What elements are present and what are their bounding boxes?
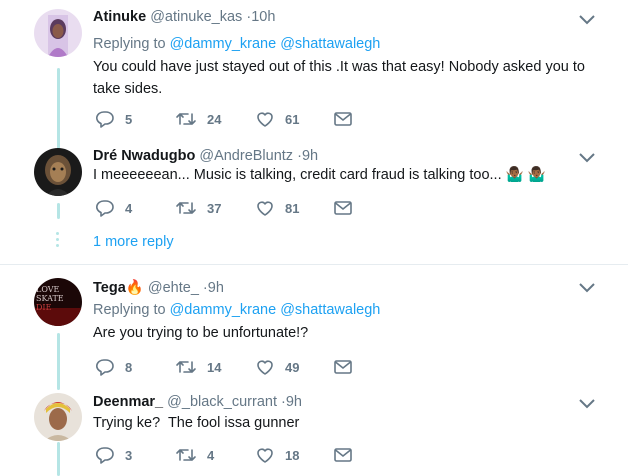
mention-link[interactable]: @shattawalegh	[280, 36, 380, 52]
reply-icon	[96, 359, 114, 376]
tweet-header: Dré Nwadugbo @AndreBluntz ·9h	[93, 148, 318, 164]
divider	[0, 264, 628, 265]
user-handle[interactable]: @atinuke_kas	[150, 9, 242, 25]
like-icon	[257, 201, 273, 216]
like-icon	[257, 448, 273, 463]
reply-button[interactable]: 8	[95, 357, 132, 377]
message-icon	[334, 360, 352, 374]
tweet-header: Tega🔥 @ehte_ ·9h	[93, 279, 224, 296]
mention-link[interactable]: @dammy_krane	[170, 36, 277, 52]
replying-to: Replying to @dammy_krane @shattawalegh	[93, 302, 380, 318]
mention-link[interactable]: @shattawalegh	[280, 302, 380, 318]
like-count: 49	[285, 359, 300, 375]
avatar[interactable]	[34, 148, 82, 196]
retweet-button[interactable]: 4	[175, 445, 214, 465]
display-name[interactable]: Atinuke	[93, 9, 146, 25]
direct-message-button[interactable]	[333, 445, 353, 465]
like-button[interactable]: 18	[255, 445, 299, 465]
chevron-down-icon[interactable]	[578, 398, 596, 410]
direct-message-button[interactable]	[333, 357, 353, 377]
svg-text:DIE: DIE	[36, 303, 52, 312]
tweet-dre-nwadugbo[interactable]: Dré Nwadugbo @AndreBluntz ·9h I meeeeeea…	[0, 140, 628, 260]
shrug-emoji: 🤷🏾‍♂️ 🤷🏾‍♂️	[505, 167, 546, 183]
like-count: 18	[285, 447, 300, 463]
reply-button[interactable]: 3	[95, 445, 132, 465]
user-handle[interactable]: @_black_currant	[167, 394, 277, 410]
timestamp[interactable]: 9h	[302, 148, 318, 164]
reply-icon	[96, 111, 114, 128]
tweet-atinuke[interactable]: Atinuke @atinuke_kas ·10h Replying to @d…	[0, 0, 628, 140]
reply-icon	[96, 200, 114, 217]
tweet-text-body: I meeeeeean... Music is talking, credit …	[93, 167, 502, 183]
retweet-count: 4	[207, 447, 215, 463]
thread-dots	[56, 232, 60, 250]
retweet-button[interactable]: 14	[175, 357, 221, 377]
tweet-text: Are you trying to be unfortunate!?	[93, 325, 309, 341]
tweet-tega[interactable]: LOVE SKATE DIE Tega🔥 @ehte_ ·9h Replying…	[0, 268, 628, 378]
chevron-down-icon[interactable]	[578, 14, 596, 26]
like-button[interactable]: 49	[255, 357, 299, 377]
direct-message-button[interactable]	[333, 109, 353, 129]
like-icon	[257, 360, 273, 375]
retweet-icon	[176, 113, 196, 125]
retweet-button[interactable]: 37	[175, 198, 221, 218]
reply-count: 5	[125, 111, 133, 127]
like-button[interactable]: 61	[255, 109, 299, 129]
replying-label: Replying to	[93, 302, 166, 318]
replying-to: Replying to @dammy_krane @shattawalegh	[93, 36, 380, 52]
avatar[interactable]: LOVE SKATE DIE	[34, 278, 82, 326]
reply-button[interactable]: 5	[95, 109, 132, 129]
reply-count: 8	[125, 359, 133, 375]
message-icon	[334, 112, 352, 126]
tweet-header: Deenmar_ @_black_currant ·9h	[93, 394, 302, 410]
timestamp[interactable]: 10h	[251, 9, 275, 25]
tweet-text: Trying ke? The fool issa gunner	[93, 415, 300, 431]
chevron-down-icon[interactable]	[578, 152, 596, 164]
replying-label: Replying to	[93, 36, 166, 52]
display-name[interactable]: Dré Nwadugbo	[93, 148, 195, 164]
tweet-text: You could have just stayed out of this .…	[93, 59, 585, 97]
svg-text:SKATE: SKATE	[36, 294, 64, 303]
mention-link[interactable]: @dammy_krane	[170, 302, 277, 318]
retweet-count: 24	[207, 111, 222, 127]
tweet-text: I meeeeeean... Music is talking, credit …	[93, 164, 593, 186]
tweet-deenmar[interactable]: Deenmar_ @_black_currant ·9h Trying ke? …	[0, 388, 628, 476]
retweet-count: 37	[207, 200, 222, 216]
user-handle[interactable]: @AndreBluntz	[199, 148, 293, 164]
like-icon	[257, 112, 273, 127]
retweet-icon	[176, 449, 196, 461]
message-icon	[334, 201, 352, 215]
avatar[interactable]	[34, 9, 82, 57]
display-name[interactable]: Tega	[93, 280, 126, 296]
retweet-icon	[176, 361, 196, 373]
avatar[interactable]	[34, 393, 82, 441]
reply-count: 4	[125, 200, 133, 216]
reply-button[interactable]: 4	[95, 198, 132, 218]
retweet-icon	[176, 202, 196, 214]
retweet-count: 14	[207, 359, 222, 375]
reply-count: 3	[125, 447, 133, 463]
timestamp[interactable]: 9h	[208, 280, 224, 296]
chevron-down-icon[interactable]	[578, 282, 596, 294]
like-button[interactable]: 81	[255, 198, 299, 218]
like-count: 61	[285, 111, 300, 127]
like-count: 81	[285, 200, 300, 216]
retweet-button[interactable]: 24	[175, 109, 221, 129]
more-replies-link[interactable]: 1 more reply	[93, 234, 174, 250]
timestamp[interactable]: 9h	[286, 394, 302, 410]
reply-icon	[96, 447, 114, 464]
display-name[interactable]: Deenmar_	[93, 394, 163, 410]
avatar-text: LOVE	[36, 285, 60, 294]
fire-emoji: 🔥	[125, 280, 144, 296]
message-icon	[334, 448, 352, 462]
user-handle[interactable]: @ehte_	[148, 280, 199, 296]
direct-message-button[interactable]	[333, 198, 353, 218]
tweet-header: Atinuke @atinuke_kas ·10h	[93, 9, 275, 25]
